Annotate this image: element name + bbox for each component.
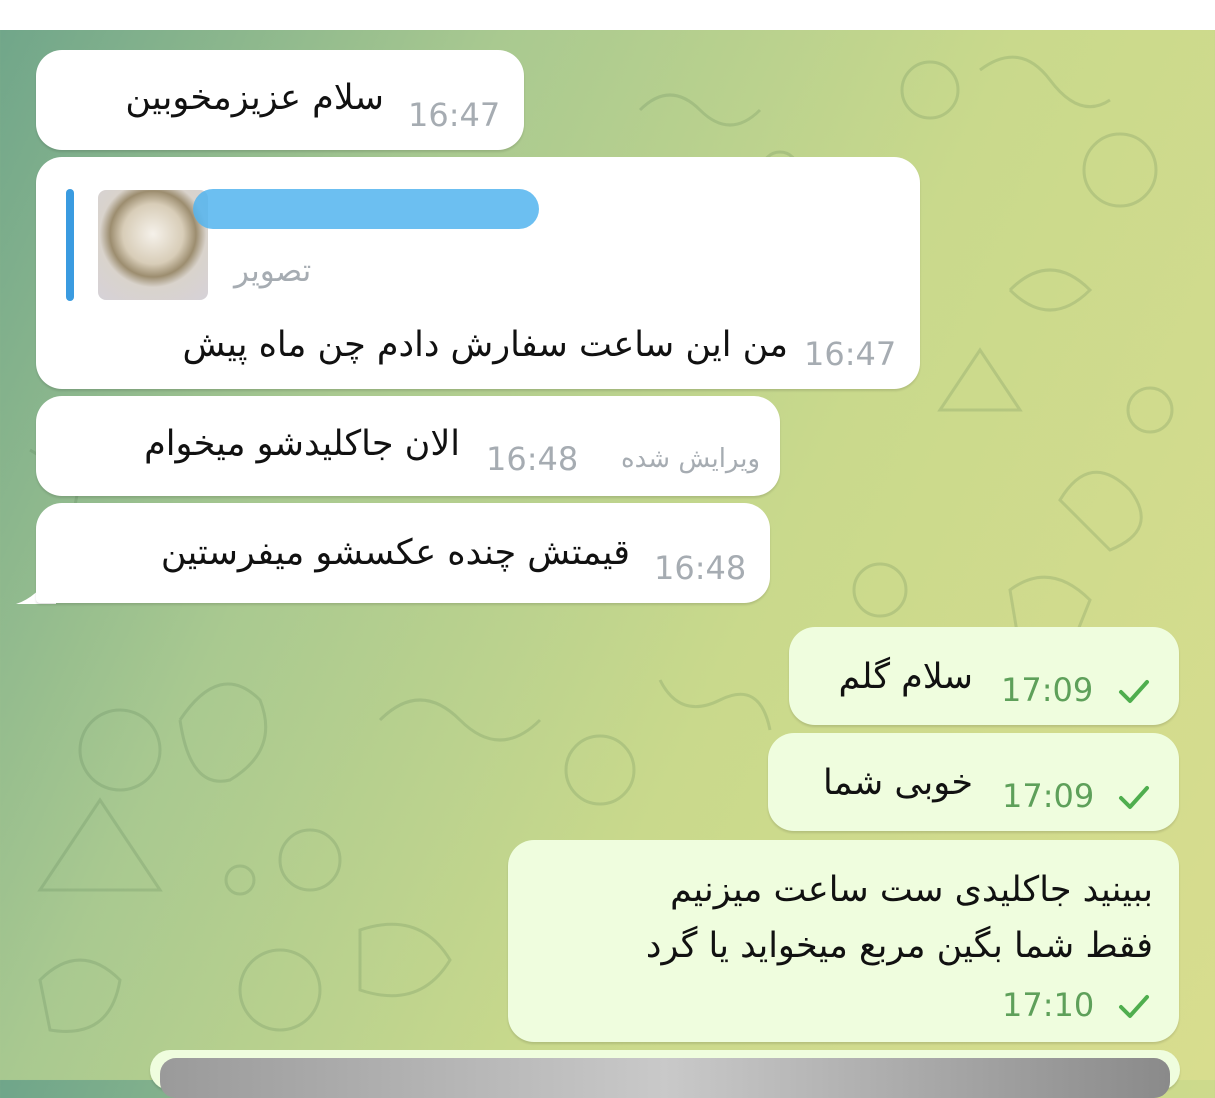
message-time: 16:47 xyxy=(408,96,501,134)
message-text: من این ساعت سفارش دادم چن ماه پیش xyxy=(182,325,788,365)
sent-check-icon xyxy=(1119,995,1149,1018)
incoming-message[interactable]: الان جاکلیدشو میخوام ویرایش شده 16:48 xyxy=(36,396,780,496)
outgoing-media-message-partial[interactable] xyxy=(150,1050,1180,1098)
top-strip xyxy=(0,0,1215,30)
outgoing-message[interactable]: سلام گلم 17:09 xyxy=(789,627,1179,725)
message-text-line-2: فقط شما بگین مربع میخواید یا گرد xyxy=(645,926,1153,966)
sent-check-icon xyxy=(1119,680,1149,703)
message-text-line-1: ببینید جاکلیدی ست ساعت میزنیم xyxy=(670,870,1153,910)
message-text: سلام گلم xyxy=(838,657,973,697)
incoming-message-with-reply[interactable]: تصویر من این ساعت سفارش دادم چن ماه پیش … xyxy=(36,157,920,389)
edited-label: ویرایش شده xyxy=(621,444,761,474)
message-time: 17:10 xyxy=(1002,986,1095,1024)
incoming-message[interactable]: سلام عزیزمخوبین 16:47 xyxy=(36,50,524,150)
message-text: الان جاکلیدشو میخوام xyxy=(144,424,460,464)
outgoing-message[interactable]: خوبی شما 17:09 xyxy=(768,733,1179,831)
message-time: 16:47 xyxy=(804,335,897,373)
incoming-message[interactable]: قیمتش چنده عکسشو میفرستین 16:48 xyxy=(36,503,770,603)
message-time: 17:09 xyxy=(1001,671,1094,709)
redacted-reply-sender-name xyxy=(193,189,539,229)
outgoing-message[interactable]: ببینید جاکلیدی ست ساعت میزنیم فقط شما بگ… xyxy=(508,840,1179,1042)
message-time: 17:09 xyxy=(1002,777,1095,815)
message-time: 16:48 xyxy=(486,440,579,478)
message-text: سلام عزیزمخوبین xyxy=(125,78,384,118)
message-time: 16:48 xyxy=(654,549,747,587)
message-text: خوبی شما xyxy=(823,763,973,803)
media-preview[interactable] xyxy=(160,1058,1170,1098)
reply-accent-bar xyxy=(66,189,74,301)
sent-check-icon xyxy=(1119,786,1149,809)
reply-image-thumbnail[interactable] xyxy=(98,190,208,300)
reply-subtitle: تصویر xyxy=(234,253,312,289)
message-text: قیمتش چنده عکسشو میفرستین xyxy=(160,533,630,573)
